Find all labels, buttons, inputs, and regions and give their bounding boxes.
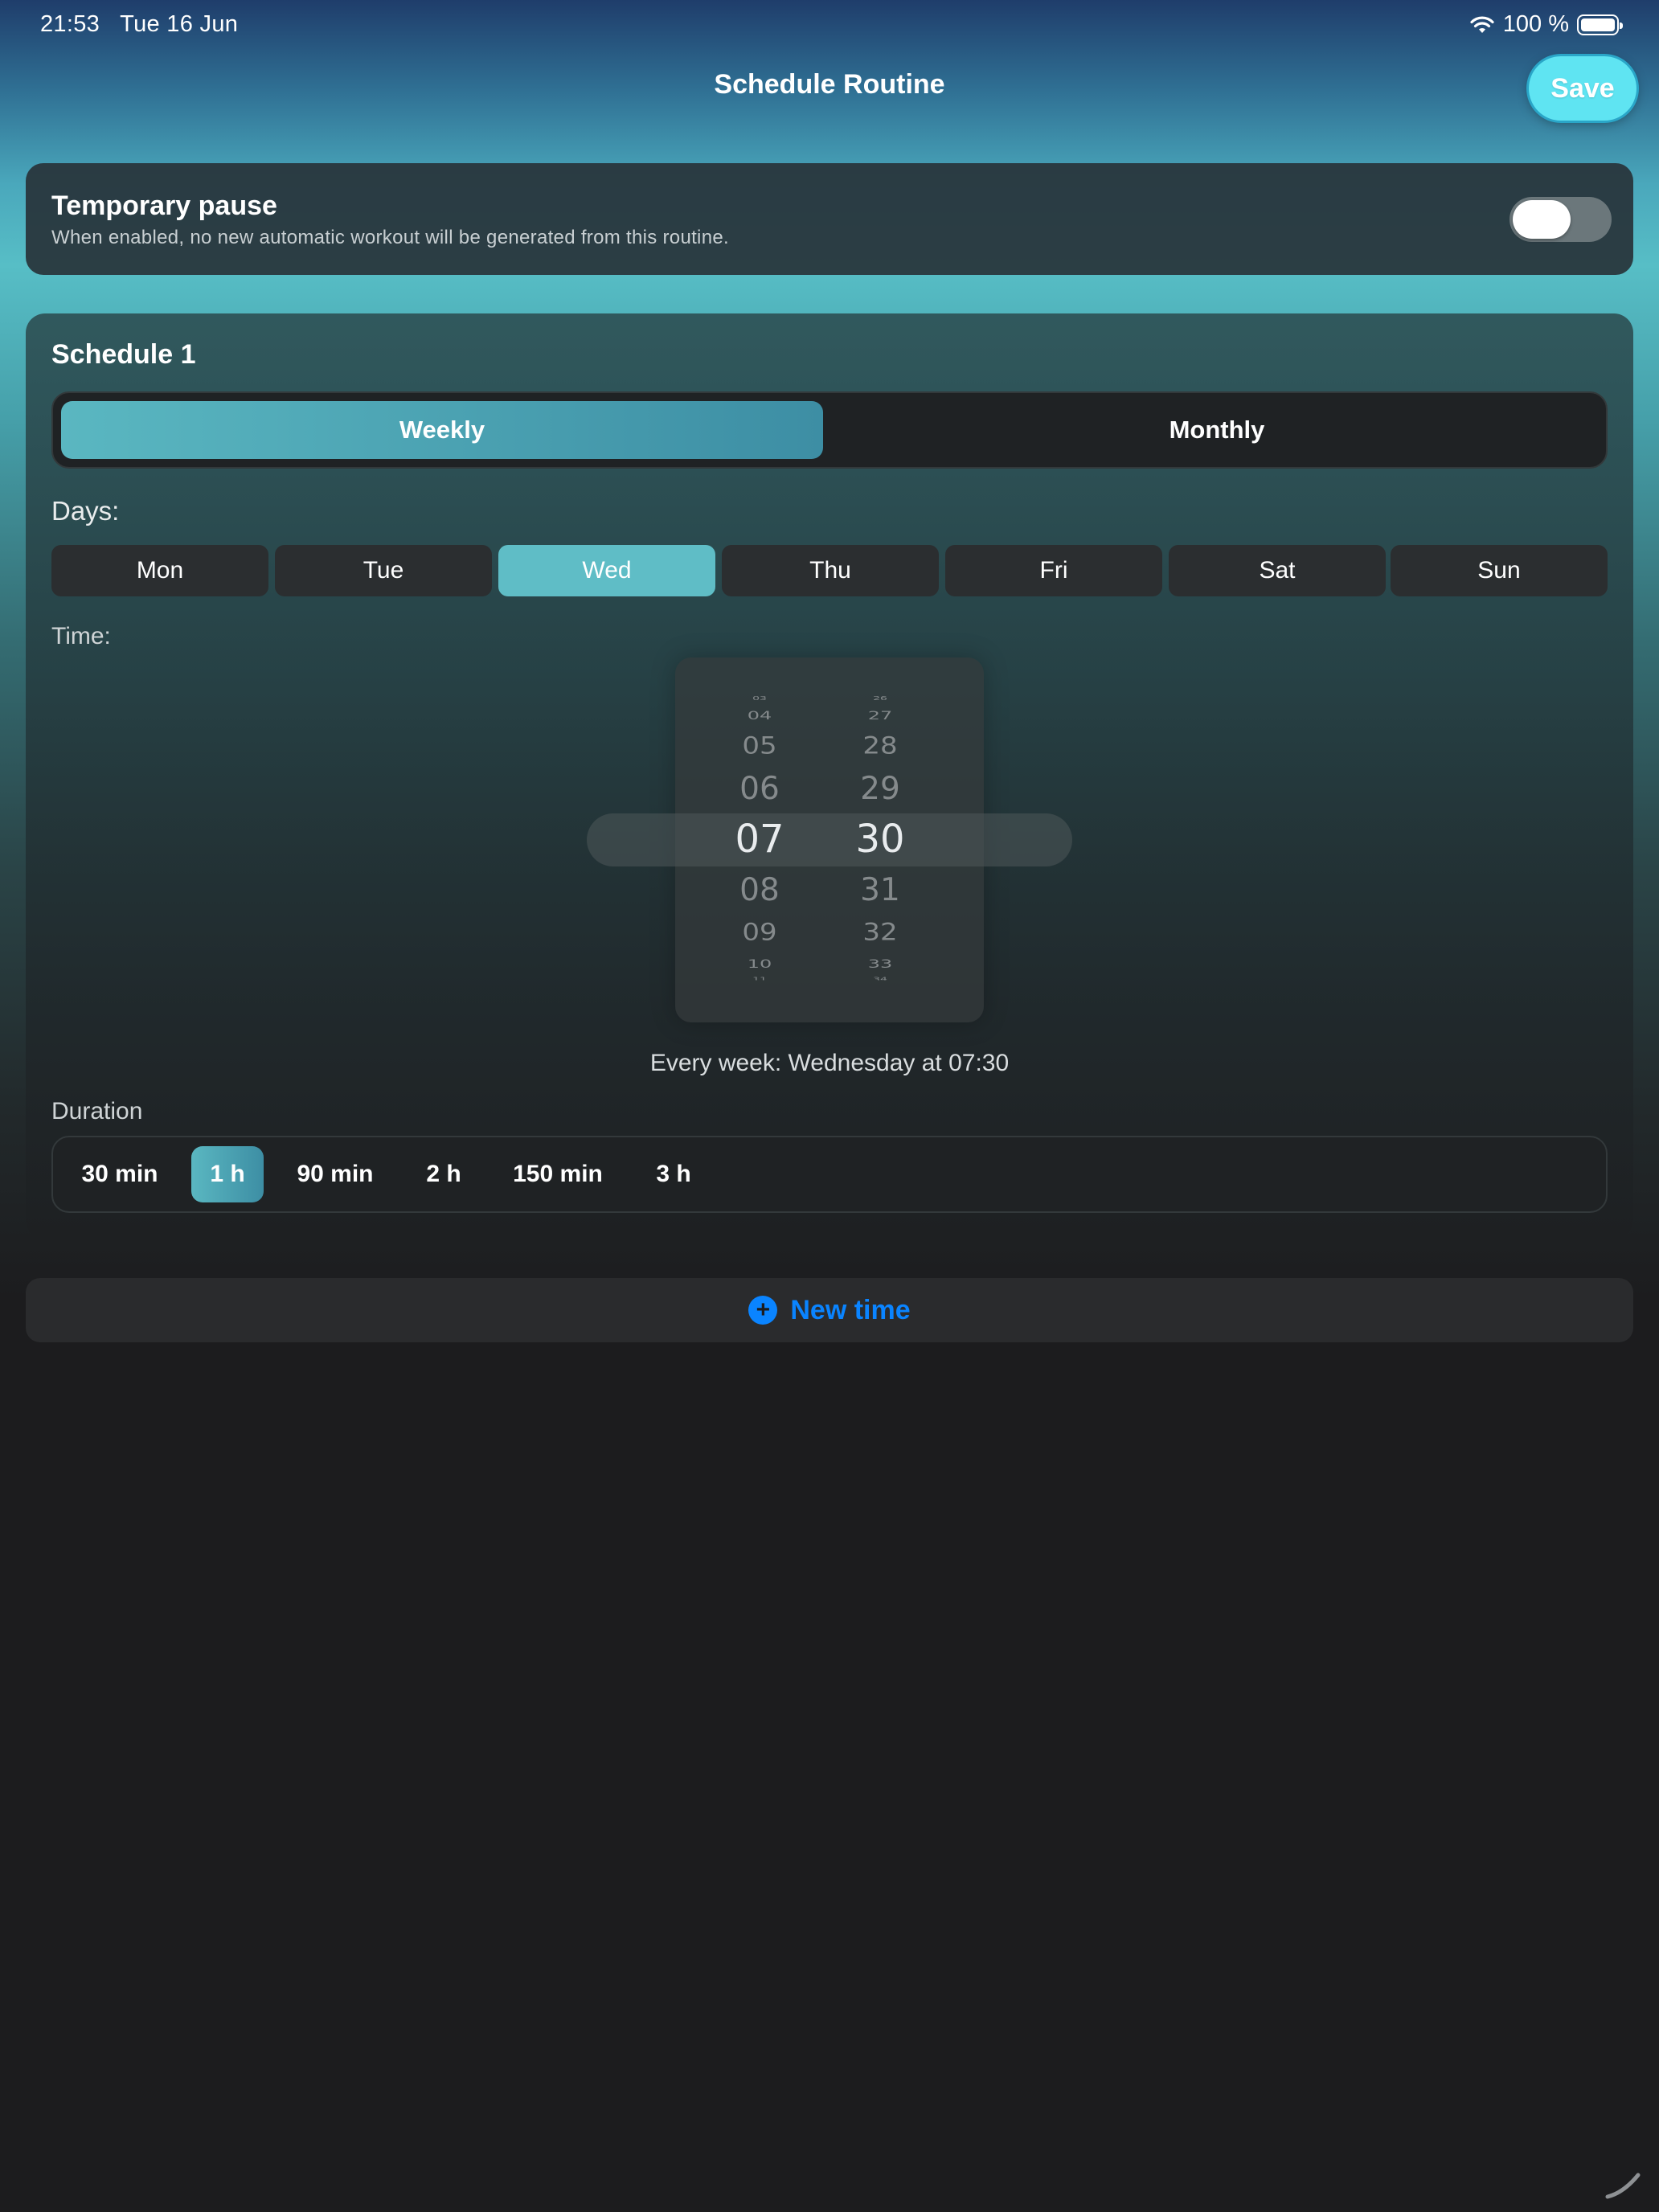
- duration-2-h[interactable]: 2 h: [410, 1146, 477, 1202]
- time-picker-selection-band: [587, 813, 1072, 866]
- hour-item[interactable]: 06: [719, 771, 800, 807]
- pause-toggle[interactable]: [1509, 197, 1612, 242]
- hour-item[interactable]: 11: [719, 977, 800, 981]
- schedule-summary: Every week: Wednesday at 07:30: [649, 1050, 1010, 1076]
- wifi-icon: [1470, 16, 1494, 33]
- minute-item[interactable]: 34: [840, 977, 920, 981]
- segment-monthly[interactable]: Monthly: [836, 401, 1598, 459]
- minute-item[interactable]: 26: [840, 695, 920, 700]
- status-bar-right: 100 %: [1469, 11, 1623, 38]
- battery-percent: 100 %: [1502, 11, 1569, 37]
- hour-item[interactable]: 03: [719, 695, 800, 700]
- duration-1-h[interactable]: 1 h: [191, 1146, 264, 1202]
- minute-item[interactable]: 29: [840, 771, 920, 807]
- hour-item[interactable]: 09: [719, 919, 800, 946]
- minute-selected[interactable]: 30: [840, 817, 920, 862]
- day-mon[interactable]: Mon: [51, 545, 268, 596]
- time-label: Time:: [51, 623, 111, 649]
- pause-title: Temporary pause: [51, 190, 277, 221]
- duration-label: Duration: [51, 1098, 143, 1124]
- toggle-knob: [1513, 200, 1571, 239]
- minute-item[interactable]: 32: [840, 919, 920, 946]
- minute-item[interactable]: 28: [840, 732, 920, 760]
- hour-item[interactable]: 04: [719, 709, 800, 723]
- page-title: Schedule Routine: [714, 69, 945, 100]
- new-time-label: New time: [790, 1294, 911, 1325]
- hour-selected[interactable]: 07: [719, 817, 800, 862]
- duration-90-min[interactable]: 90 min: [283, 1146, 387, 1202]
- day-sat[interactable]: Sat: [1169, 545, 1386, 596]
- duration-30-min[interactable]: 30 min: [68, 1146, 172, 1202]
- minute-item[interactable]: 31: [840, 872, 920, 908]
- segment-weekly[interactable]: Weekly: [61, 401, 823, 459]
- duration-3-h[interactable]: 3 h: [640, 1146, 707, 1202]
- hour-item[interactable]: 08: [719, 872, 800, 908]
- pause-subtitle: When enabled, no new automatic workout w…: [51, 227, 729, 248]
- day-wed[interactable]: Wed: [498, 545, 715, 596]
- minute-item[interactable]: 33: [840, 957, 920, 971]
- day-tue[interactable]: Tue: [275, 545, 492, 596]
- days-label: Days:: [51, 496, 120, 526]
- plus-circle-icon: +: [748, 1296, 778, 1325]
- day-fri[interactable]: Fri: [945, 545, 1162, 596]
- new-time-button[interactable]: + New time: [26, 1278, 1633, 1342]
- hour-item[interactable]: 05: [719, 732, 800, 760]
- minute-item[interactable]: 27: [840, 709, 920, 723]
- save-button[interactable]: Save: [1529, 56, 1636, 121]
- status-bar-time: 21:53 Tue 16 Jun: [40, 11, 239, 37]
- day-sun[interactable]: Sun: [1391, 545, 1608, 596]
- duration-150-min[interactable]: 150 min: [502, 1146, 614, 1202]
- hour-item[interactable]: 10: [719, 957, 800, 971]
- battery-icon: [1577, 14, 1623, 35]
- day-thu[interactable]: Thu: [722, 545, 939, 596]
- resize-corner-icon: [1605, 2173, 1641, 2199]
- schedule-title: Schedule 1: [51, 339, 196, 370]
